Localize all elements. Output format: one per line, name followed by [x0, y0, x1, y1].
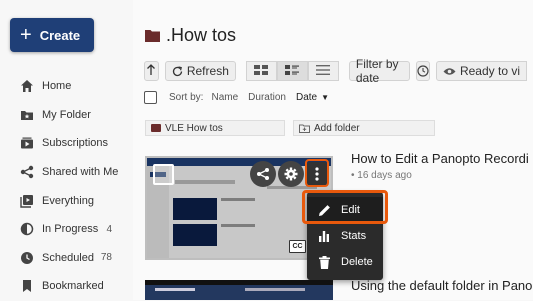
sidebar-item-label: Bookmarked — [42, 280, 104, 293]
history-button[interactable] — [415, 61, 430, 81]
bookmark-icon — [20, 279, 34, 293]
filter-by-date-button[interactable]: Filter by date — [348, 57, 410, 85]
tile-view-icon — [254, 62, 269, 80]
sort-option-name[interactable]: Name — [211, 92, 238, 103]
sidebar-item-label: Shared with Me — [42, 166, 119, 179]
trash-icon — [317, 255, 331, 269]
view-mode-group — [245, 61, 339, 81]
more-options-highlight — [305, 159, 329, 187]
toolbar: Refresh Filter by date Ready to vi — [144, 57, 533, 85]
video-title[interactable]: How to Edit a Panopto Recordi — [351, 151, 529, 166]
create-label: Create — [39, 27, 81, 43]
plus-icon: + — [20, 24, 32, 46]
detail-view-icon — [285, 62, 300, 80]
sidebar-item-label: In Progress — [42, 223, 99, 236]
sidebar-item-home[interactable]: Home — [0, 72, 132, 101]
refresh-label: Refresh — [186, 64, 229, 78]
sort-option-date[interactable]: Date ▼ — [296, 92, 329, 103]
video-date: • 16 days ago — [351, 170, 412, 181]
sidebar: + Create Home My Folder Subscriptions Sh… — [0, 0, 132, 300]
page-title: .How tos — [145, 25, 236, 46]
subfolder-vle-how-tos[interactable]: VLE How tos — [145, 120, 285, 136]
filter-label: Filter by date — [355, 57, 399, 85]
sidebar-item-label: My Folder — [42, 108, 91, 121]
sidebar-item-my-folder[interactable]: My Folder — [0, 101, 132, 130]
bar-chart-icon — [317, 229, 331, 243]
sidebar-item-everything[interactable]: Everything — [0, 186, 132, 215]
refresh-button[interactable]: Refresh — [164, 61, 236, 81]
add-folder-label: Add folder — [314, 122, 360, 134]
video-thumbnail[interactable] — [145, 280, 333, 300]
list-view-button[interactable] — [307, 61, 339, 81]
arrow-up-icon — [146, 63, 156, 79]
sidebar-item-label: Scheduled — [42, 251, 94, 264]
subfolder-label: VLE How tos — [165, 122, 223, 134]
add-folder-button[interactable]: Add folder — [293, 120, 435, 136]
menu-item-label: Stats — [341, 230, 367, 242]
sort-option-duration[interactable]: Duration — [248, 92, 286, 103]
sidebar-item-subscriptions[interactable]: Subscriptions — [0, 129, 132, 158]
sidebar-item-label: Subscriptions — [42, 137, 109, 150]
everything-icon — [20, 194, 34, 208]
ready-to-view-toggle[interactable]: Ready to vi — [435, 61, 527, 81]
folder-icon — [145, 29, 160, 42]
scheduled-count: 78 — [100, 252, 112, 264]
closed-captions-badge: CC — [289, 240, 306, 253]
sidebar-item-shared-with-me[interactable]: Shared with Me — [0, 158, 132, 187]
subscriptions-icon — [20, 136, 34, 150]
sort-label: Sort by: — [169, 92, 204, 103]
folder-title-text: .How tos — [166, 25, 237, 45]
sidebar-item-scheduled[interactable]: Scheduled 78 — [0, 244, 132, 273]
my-folder-icon — [20, 108, 34, 122]
add-folder-icon — [299, 124, 310, 133]
settings-button[interactable] — [278, 161, 304, 187]
eye-icon — [443, 67, 456, 76]
create-button[interactable]: + Create — [10, 18, 94, 52]
sidebar-nav: Home My Folder Subscriptions Shared with… — [0, 72, 132, 301]
home-icon — [20, 79, 34, 93]
share-icon — [256, 167, 270, 181]
detail-view-button[interactable] — [276, 61, 308, 81]
menu-item-stats[interactable]: Stats — [307, 223, 383, 249]
video-select-checkbox[interactable] — [153, 164, 174, 185]
share-icon — [20, 165, 34, 179]
select-all-checkbox[interactable] — [144, 91, 157, 104]
folder-icon — [151, 124, 161, 132]
sidebar-item-in-progress[interactable]: In Progress 4 — [0, 215, 132, 244]
sidebar-item-label: Home — [42, 80, 72, 93]
in-progress-count: 4 — [106, 223, 112, 235]
up-folder-button[interactable] — [144, 61, 159, 81]
refresh-icon — [172, 65, 183, 77]
gear-icon — [284, 167, 298, 181]
menu-item-label: Delete — [341, 256, 373, 268]
ready-label: Ready to vi — [459, 64, 520, 78]
scheduled-icon — [20, 251, 34, 265]
caret-down-icon: ▼ — [321, 93, 330, 102]
clock-icon — [417, 65, 429, 77]
menu-item-delete[interactable]: Delete — [307, 249, 383, 275]
video-title[interactable]: Using the default folder in Panopto — [351, 278, 533, 293]
main-content: .How tos Refresh Filter by date Ready to… — [133, 0, 533, 300]
sidebar-item-label: Everything — [42, 194, 94, 207]
list-view-icon — [316, 62, 331, 80]
tile-view-button[interactable] — [245, 61, 277, 81]
sort-row: Sort by: Name Duration Date ▼ — [144, 91, 339, 104]
share-button[interactable] — [250, 161, 276, 187]
in-progress-icon — [20, 222, 34, 236]
edit-highlight — [302, 190, 388, 224]
sidebar-item-bookmarked[interactable]: Bookmarked — [0, 272, 132, 301]
